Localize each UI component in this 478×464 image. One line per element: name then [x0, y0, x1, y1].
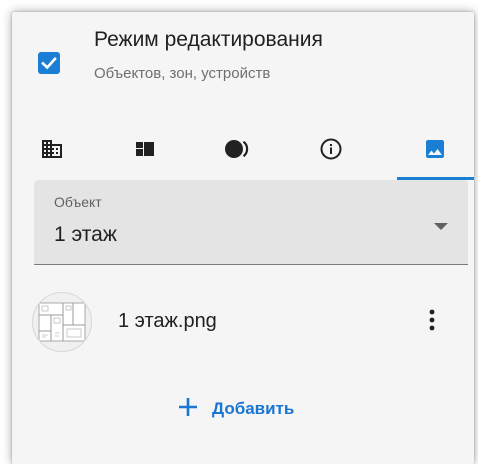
image-icon	[423, 137, 447, 161]
dashboard-icon	[133, 137, 157, 161]
plus-icon	[170, 397, 198, 422]
edit-mode-title: Режим редактирования	[94, 28, 323, 51]
floor-plan-thumbnail	[32, 292, 92, 352]
more-options-button[interactable]	[416, 304, 448, 340]
object-select[interactable]: Объект 1 этаж	[34, 180, 468, 265]
edit-mode-subtitle: Объектов, зон, устройств	[94, 65, 271, 82]
more-vert-icon	[429, 308, 435, 337]
edit-mode-section: Режим редактирования Объектов, зон, устр…	[12, 12, 474, 112]
file-name: 1 этаж.png	[118, 310, 217, 332]
settings-panel: Режим редактирования Объектов, зон, устр…	[12, 12, 474, 464]
tab-info[interactable]	[298, 118, 364, 180]
tab-bar	[12, 118, 474, 180]
object-select-value: 1 этаж	[54, 223, 117, 246]
edit-mode-checkbox[interactable]	[38, 52, 60, 74]
tab-image[interactable]	[402, 118, 468, 180]
info-icon	[319, 137, 343, 161]
add-button-label: Добавить	[212, 399, 295, 418]
dropdown-arrow-icon	[434, 218, 448, 236]
tab-dashboard[interactable]	[112, 118, 178, 180]
tab-contrast[interactable]	[204, 118, 270, 180]
add-button[interactable]: Добавить	[170, 387, 330, 431]
contrast-icon	[223, 137, 251, 161]
building-icon	[40, 137, 64, 161]
tab-building[interactable]	[19, 118, 85, 180]
file-list-item[interactable]: 1 этаж.png	[12, 282, 474, 362]
object-select-label: Объект	[54, 194, 102, 210]
